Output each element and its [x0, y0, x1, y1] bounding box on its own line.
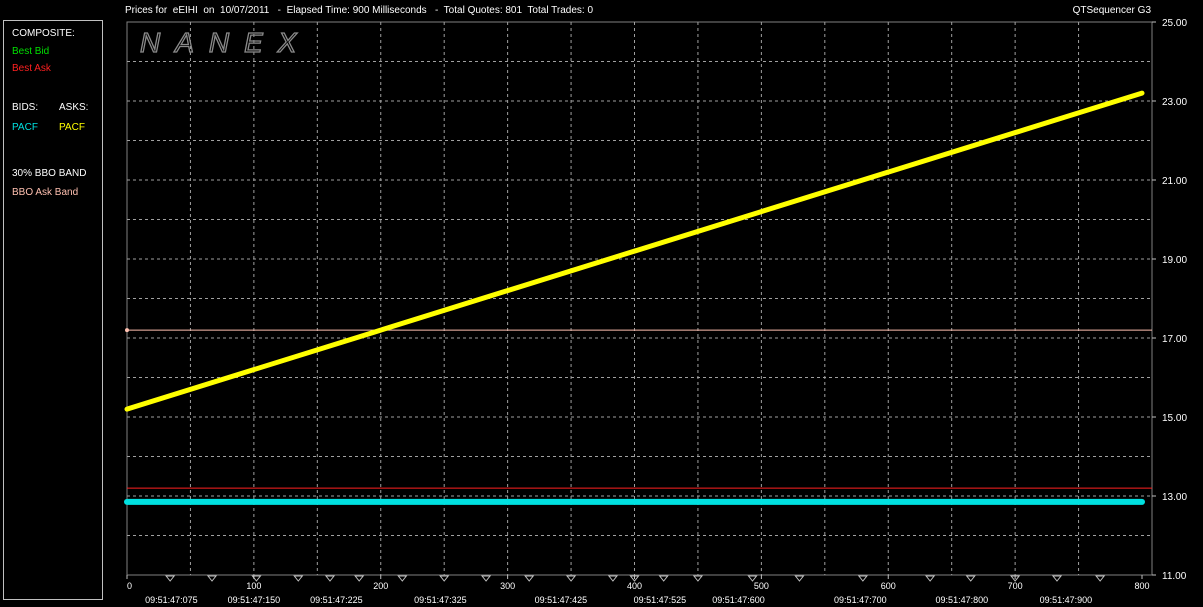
time-label: 09:51:47:425: [535, 595, 588, 605]
quote-marker-triangle: [206, 575, 218, 582]
quote-marker-triangle: [794, 575, 805, 582]
quote-marker-triangle: [324, 575, 336, 582]
x-tick-label: 100: [246, 581, 261, 591]
time-label: 09:51:47:225: [310, 595, 363, 605]
x-tick-label: 500: [754, 581, 769, 591]
x-tick-label: 700: [1008, 581, 1023, 591]
time-label: 09:51:47:700: [834, 595, 887, 605]
quote-marker-triangle: [857, 575, 868, 582]
quote-marker-triangle: [165, 575, 176, 582]
nanex-watermark: NANEX: [140, 27, 311, 58]
y-tick-label: 21.00: [1162, 176, 1187, 187]
x-tick-label: 300: [500, 581, 515, 591]
quote-marker-triangle: [607, 575, 618, 582]
y-tick-label: 25.00: [1162, 18, 1187, 29]
quote-marker-triangle: [925, 575, 936, 582]
x-tick-label: 600: [881, 581, 896, 591]
quote-marker-triangle: [293, 575, 304, 582]
quote-marker-triangle: [965, 575, 976, 582]
quote-marker-triangle: [397, 575, 408, 582]
time-label: 09:51:47:900: [1040, 595, 1093, 605]
x-tick-label: 200: [373, 581, 388, 591]
time-label: 09:51:47:325: [414, 595, 467, 605]
quote-marker-triangle: [439, 575, 450, 582]
y-tick-label: 23.00: [1162, 97, 1187, 108]
x-tick-label: 800: [1134, 581, 1149, 591]
price-chart[interactable]: NANEX 11.00 13.00 15.00 17.00 19.00 21.00 23.0…: [0, 0, 1203, 607]
quote-marker-triangle: [524, 575, 535, 582]
time-label: 09:51:47:150: [228, 595, 281, 605]
y-tick-label: 11.00: [1162, 571, 1187, 582]
y-tick-label: 13.00: [1162, 492, 1187, 503]
band-start-marker: [125, 328, 129, 333]
quote-marker-triangle: [1051, 575, 1063, 582]
time-label: 09:51:47:525: [634, 595, 687, 605]
time-label: 09:51:47:075: [145, 595, 198, 605]
x-tick-label: 400: [627, 581, 642, 591]
quote-marker-triangle: [566, 575, 577, 582]
x-tick-label: 0: [127, 581, 132, 591]
quote-marker-triangle: [658, 575, 669, 582]
y-tick-label: 19.00: [1162, 255, 1187, 266]
time-label: 09:51:47:800: [936, 595, 989, 605]
time-label: 09:51:47:600: [712, 595, 765, 605]
quote-marker-triangle: [1095, 575, 1106, 582]
quote-marker-triangle: [481, 575, 492, 582]
y-tick-label: 17.00: [1162, 334, 1187, 345]
quote-marker-triangle: [354, 575, 365, 582]
quote-marker-triangle: [692, 575, 703, 582]
y-tick-label: 15.00: [1162, 413, 1187, 424]
